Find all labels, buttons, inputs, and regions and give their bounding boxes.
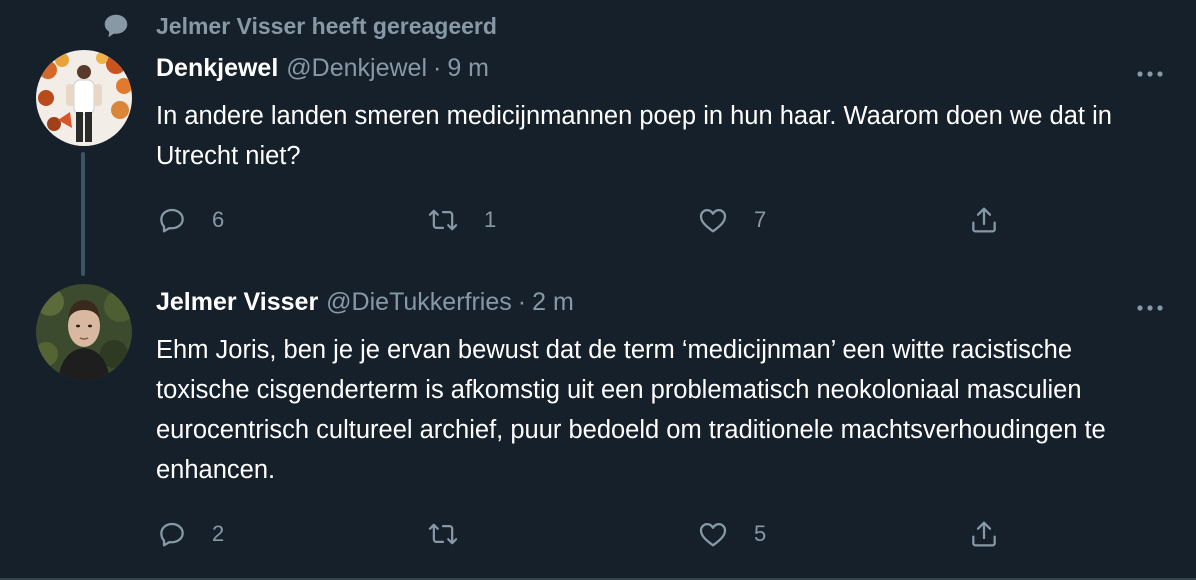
retweet-icon <box>428 209 458 231</box>
share-button[interactable] <box>968 514 1000 554</box>
tweet-text: In andere landen smeren medicijnmannen p… <box>156 102 1112 170</box>
timestamp[interactable]: 2 m <box>532 288 574 317</box>
like-button[interactable]: 7 <box>696 200 766 240</box>
speech-bubble-icon <box>100 10 132 42</box>
avatar[interactable] <box>36 284 132 380</box>
more-dots-icon <box>1137 71 1163 77</box>
reply-icon <box>160 522 184 547</box>
reply-button[interactable]: 2 <box>156 514 224 554</box>
tweet-header: Jelmer Visser @DieTukkerfries · 2 m <box>156 288 574 317</box>
heart-icon <box>699 209 727 233</box>
tweet-actions: 2 5 <box>156 514 1036 554</box>
tweet-text: Ehm Joris, ben je je ervan bewust dat de… <box>156 336 1106 484</box>
reply-count: 6 <box>212 207 225 232</box>
timeline: Jelmer Visser heeft gereageerd Denkjewel… <box>0 0 1196 580</box>
timestamp[interactable]: 9 m <box>447 54 489 83</box>
author-name[interactable]: Jelmer Visser <box>156 288 318 317</box>
share-icon <box>972 207 996 233</box>
separator: · <box>433 54 442 82</box>
author-name[interactable]: Denkjewel <box>156 54 278 83</box>
tweet-header: Denkjewel @Denkjewel · 9 m <box>156 54 489 83</box>
reply-context: Jelmer Visser heeft gereageerd <box>100 10 497 42</box>
retweet-icon <box>428 523 458 545</box>
like-count: 5 <box>754 521 767 546</box>
more-options-button[interactable] <box>1130 294 1170 322</box>
separator: · <box>517 288 527 316</box>
reply-context-text: Jelmer Visser heeft gereageerd <box>156 12 497 39</box>
retweet-count: 1 <box>484 207 497 232</box>
like-count: 7 <box>754 207 767 232</box>
tweet-actions: 6 1 7 <box>156 200 1036 240</box>
retweet-button[interactable] <box>426 514 484 554</box>
more-dots-icon <box>1137 305 1163 311</box>
avatar[interactable] <box>36 50 132 146</box>
reply-count: 2 <box>212 521 225 546</box>
author-handle[interactable]: @DieTukkerfries <box>326 288 512 317</box>
author-handle[interactable]: @Denkjewel <box>286 54 427 83</box>
heart-icon <box>699 523 727 547</box>
share-icon <box>972 521 996 547</box>
more-options-button[interactable] <box>1130 60 1170 88</box>
thread-connector-line <box>81 152 85 276</box>
reply-button[interactable]: 6 <box>156 200 224 240</box>
retweet-button[interactable]: 1 <box>426 200 496 240</box>
like-button[interactable]: 5 <box>696 514 766 554</box>
reply-icon <box>160 208 184 233</box>
share-button[interactable] <box>968 200 1000 240</box>
